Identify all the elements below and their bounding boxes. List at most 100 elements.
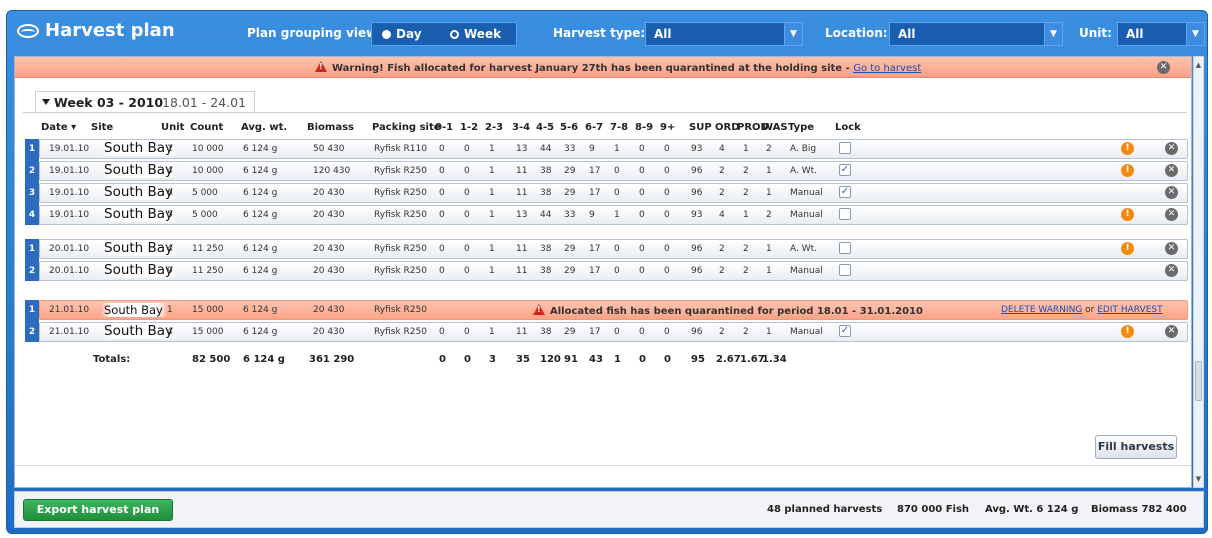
unit-cell: 4 <box>167 244 173 254</box>
size-bin-cell: 0 <box>639 144 645 154</box>
table-row[interactable]: 1 21.01.10 South Bay 1 15 000 6 124 g 20 430 Ry… <box>15 300 1191 320</box>
total-prod: 1.67 <box>740 354 765 365</box>
unit-select[interactable]: All ▼ <box>1117 22 1205 46</box>
day-option[interactable]: Day <box>382 27 422 41</box>
lock-checkbox[interactable]: ✓ <box>839 186 851 198</box>
size-bin-cell: 0 <box>664 188 670 198</box>
unit-value: All <box>1126 27 1144 41</box>
radio-selected-icon <box>382 30 391 39</box>
ord-cell: 2 <box>719 188 725 198</box>
edit-harvest-link[interactable]: EDIT HARVEST <box>1097 305 1162 315</box>
size-bin-cell: 0 <box>639 244 645 254</box>
type-cell: Manual <box>790 327 823 337</box>
prod-cell: 2 <box>743 244 749 254</box>
size-bin-cell: 38 <box>540 244 552 254</box>
table-row[interactable]: 4 19.01.10 South Bay 5 5 000 6 124 g 20 430 Ryf… <box>15 205 1191 225</box>
go-to-harvest-link[interactable]: Go to harvest <box>853 63 921 74</box>
scroll-up-icon[interactable]: ▲ <box>1194 59 1203 71</box>
size-bin-cell: 0 <box>664 166 670 176</box>
column-header: Unit <box>161 122 185 133</box>
row-number: 1 <box>25 300 39 320</box>
info-icon[interactable]: ! <box>1121 242 1134 255</box>
lock-checkbox[interactable] <box>839 264 851 276</box>
date-sort-header[interactable]: Date ▾ <box>41 122 76 133</box>
size-bin-cell: 0 <box>464 144 470 154</box>
biomass-cell: 20 430 <box>313 244 345 254</box>
export-harvest-plan-button[interactable]: Export harvest plan <box>23 499 173 521</box>
site-cell: South Bay <box>101 323 177 339</box>
site-cell: South Bay <box>101 240 177 256</box>
size-bin-cell: 0 <box>614 327 620 337</box>
table-row[interactable]: 3 19.01.10 South Bay 6 5 000 6 124 g 20 430 Ryf… <box>15 183 1191 203</box>
lock-checkbox[interactable]: ✓ <box>839 164 851 176</box>
size-bin-cell: 13 <box>516 144 528 154</box>
size-bin-cell: 1 <box>489 210 495 220</box>
info-icon[interactable]: ! <box>1121 164 1134 177</box>
close-icon[interactable]: ✕ <box>1165 325 1178 338</box>
harvest-type-select[interactable]: All ▼ <box>645 22 803 46</box>
size-bin-cell: 1 <box>489 166 495 176</box>
info-icon[interactable]: ! <box>1121 208 1134 221</box>
close-icon[interactable]: ✕ <box>1165 242 1178 255</box>
info-icon[interactable]: ! <box>1121 142 1134 155</box>
size-bin-cell: 0 <box>614 244 620 254</box>
scroll-down-icon[interactable]: ▼ <box>1194 473 1203 485</box>
column-header: 7-8 <box>610 122 629 133</box>
avg-weight-cell: 6 124 g <box>243 188 278 198</box>
lock-checkbox[interactable] <box>839 208 851 220</box>
prod-cell: 2 <box>743 188 749 198</box>
site-cell: South Bay <box>101 140 177 156</box>
close-icon[interactable]: ✕ <box>1165 208 1178 221</box>
date-cell: 20.01.10 <box>49 266 90 276</box>
table-row[interactable]: 2 19.01.10 South Bay 4 10 000 6 124 g 120 430 R… <box>15 161 1191 181</box>
week-group-header[interactable]: Week 03 - 2010 18.01 - 24.01 <box>35 91 255 113</box>
week-option[interactable]: Week <box>450 27 501 41</box>
total-bin: 3 <box>489 354 496 365</box>
close-icon[interactable]: ✕ <box>1165 186 1178 199</box>
sup-cell: 96 <box>691 327 703 337</box>
day-label: Day <box>396 27 422 41</box>
collapse-icon[interactable] <box>42 99 50 105</box>
count-cell: 15 000 <box>192 305 224 315</box>
location-select[interactable]: All ▼ <box>889 22 1063 46</box>
total-count: 82 500 <box>192 354 231 365</box>
table-row[interactable]: 2 21.01.10 South Bay 4 15 000 6 124 g 20 430 Ry… <box>15 322 1191 342</box>
info-icon[interactable]: ! <box>1121 325 1134 338</box>
lock-checkbox[interactable]: ✓ <box>839 325 851 337</box>
lock-checkbox[interactable] <box>839 242 851 254</box>
size-bin-cell: 17 <box>589 266 601 276</box>
size-bin-cell: 0 <box>614 188 620 198</box>
size-bin-cell: 17 <box>589 327 601 337</box>
close-icon[interactable]: ✕ <box>1165 142 1178 155</box>
table-row[interactable]: 2 20.01.10 South Bay 9 11 250 6 124 g 20 430 Ry… <box>15 261 1191 281</box>
was-cell: 1 <box>766 188 772 198</box>
week-label: Week 03 - 2010 <box>54 95 164 110</box>
sup-cell: 93 <box>691 144 703 154</box>
table-row[interactable]: 1 19.01.10 South Bay 1 10 000 6 124 g 50 430 Ry… <box>15 139 1191 159</box>
total-avg-weight: 6 124 g <box>243 354 285 365</box>
table-row[interactable]: 1 20.01.10 South Bay 4 11 250 6 124 g 20 430 Ry… <box>15 239 1191 259</box>
size-bin-cell: 11 <box>516 188 528 198</box>
unit-cell: 1 <box>167 305 173 315</box>
size-bin-cell: 9 <box>589 210 595 220</box>
vertical-scrollbar[interactable]: ▲ ▼ <box>1193 56 1204 488</box>
close-icon[interactable]: ✕ <box>1157 61 1170 74</box>
row-number: 2 <box>25 261 39 281</box>
packing-site-cell: Ryfisk R250 <box>374 266 427 276</box>
type-cell: A. Wt. <box>790 166 818 176</box>
fill-harvests-button[interactable]: Fill harvests <box>1095 435 1177 459</box>
divider <box>23 112 1187 113</box>
delete-warning-link[interactable]: DELETE WARNING <box>1001 305 1082 315</box>
size-bin-cell: 29 <box>564 166 576 176</box>
lock-checkbox[interactable] <box>839 142 851 154</box>
sup-cell: 96 <box>691 244 703 254</box>
size-bin-cell: 0 <box>439 327 445 337</box>
size-bin-cell: 0 <box>639 210 645 220</box>
column-header: Count <box>190 122 224 133</box>
close-icon[interactable]: ✕ <box>1165 164 1178 177</box>
unit-cell: 6 <box>167 188 173 198</box>
close-icon[interactable]: ✕ <box>1165 264 1178 277</box>
ord-cell: 2 <box>719 266 725 276</box>
scroll-thumb[interactable] <box>1195 361 1202 401</box>
column-header: 2-3 <box>485 122 504 133</box>
